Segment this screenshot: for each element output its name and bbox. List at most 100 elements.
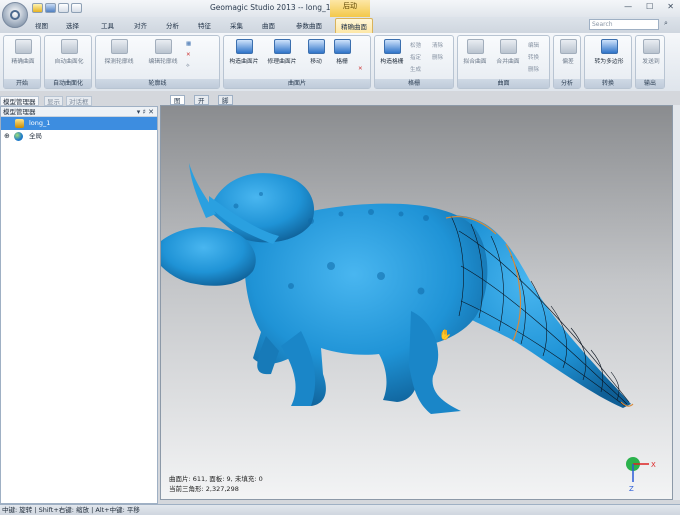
- tab-graphics[interactable]: 图形: [170, 95, 185, 115]
- send-to-button[interactable]: 发送到: [639, 39, 663, 65]
- fit-surfaces-button[interactable]: 拟合曲面: [460, 39, 490, 65]
- generate-button[interactable]: 生成: [410, 65, 421, 73]
- window-title: Geomagic Studio 2013 -- long_1.stl: [210, 3, 342, 12]
- group-label: 输出: [636, 79, 664, 88]
- group-patches: 构造曲面片 修理曲面片 移动 格栅 ✕ 曲面片: [223, 35, 371, 89]
- detect-contours-icon: [110, 39, 128, 54]
- merge-surfaces-button[interactable]: 合并曲面: [493, 39, 523, 65]
- tree-item-model[interactable]: long_1: [1, 117, 157, 130]
- group-label: 开始: [4, 79, 40, 88]
- edit-contours-icon: [154, 39, 172, 54]
- group-grid: 构造格栅 松弛 指定 生成 清除 删除 格栅: [374, 35, 454, 89]
- polygon-icon: [600, 39, 618, 54]
- clear-button[interactable]: 清除: [432, 41, 443, 49]
- auto-surface-icon: [60, 39, 78, 54]
- build-patches-button[interactable]: 构造曲面片: [226, 39, 262, 65]
- deviation-icon: [559, 39, 577, 54]
- delete-patch-icon[interactable]: ✕: [358, 66, 363, 72]
- tab-display[interactable]: 显示: [44, 96, 63, 106]
- tab-script[interactable]: 脚本: [218, 95, 233, 115]
- tree-item-global[interactable]: ⊕ 全局: [1, 130, 157, 143]
- tab-tools[interactable]: 工具: [101, 20, 114, 30]
- relax-button[interactable]: 松弛: [410, 41, 421, 49]
- tab-surface[interactable]: 曲面: [262, 20, 275, 30]
- convert-surface-button[interactable]: 转换: [528, 53, 539, 61]
- pin-icon[interactable]: ♯: [143, 108, 146, 116]
- panel-header: 模型管理器: [1, 107, 157, 117]
- minimize-button[interactable]: —: [624, 2, 632, 11]
- tree-item-label: long_1: [29, 119, 51, 127]
- merge-surfaces-icon: [499, 39, 517, 54]
- tab-dialog[interactable]: 对话框: [66, 96, 92, 106]
- save-icon[interactable]: [45, 3, 56, 13]
- edit-surface-button[interactable]: 编辑: [528, 41, 539, 49]
- contour-tool-icon[interactable]: ▦: [186, 41, 191, 47]
- build-patches-icon: [235, 39, 253, 54]
- expand-icon[interactable]: ⊕: [4, 130, 10, 143]
- tab-parametric-surface[interactable]: 参数曲面: [296, 20, 322, 30]
- ribbon-panel: 精确曲面 开始 自动曲面化 自动曲面化 探测轮廓线 编辑轮廓线 ▦ ✕ ⟡ 轮廓…: [0, 33, 680, 91]
- delete-surface-button[interactable]: 删除: [528, 65, 539, 73]
- edit-contours-label: 编辑轮廓线: [148, 59, 178, 65]
- exact-surface-button[interactable]: 精确曲面: [10, 39, 36, 65]
- build-grid-icon: [383, 39, 401, 54]
- close-button[interactable]: ✕: [667, 2, 674, 11]
- build-patches-label: 构造曲面片: [229, 59, 259, 65]
- tab-exact-surface[interactable]: 精确曲面: [335, 18, 373, 33]
- panel-close-icon[interactable]: ✕: [148, 108, 154, 116]
- group-label: 曲面: [458, 79, 549, 88]
- tab-features[interactable]: 特征: [198, 20, 211, 30]
- horn-shape: [189, 163, 216, 218]
- tab-start[interactable]: 开始: [194, 95, 209, 115]
- axis-triad-icon: X Z: [626, 457, 656, 493]
- triceratops-model[interactable]: ✋ X Z: [161, 106, 673, 500]
- tab-align[interactable]: 对齐: [134, 20, 147, 30]
- grid-icon: [333, 39, 351, 54]
- detect-contours-button[interactable]: 探测轮廓线: [98, 39, 140, 65]
- tab-model-manager[interactable]: 模型管理器: [0, 96, 39, 106]
- viewport-scrollbar[interactable]: [673, 105, 680, 500]
- undo-icon[interactable]: [58, 3, 69, 13]
- edit-contours-button[interactable]: 编辑轮廓线: [142, 39, 184, 65]
- status-bar: 中键: 旋转 | Shift+右键: 缩放 | Alt+中键: 平移: [0, 504, 680, 515]
- fit-surfaces-label: 拟合曲面: [463, 59, 487, 65]
- group-analysis: 偏差 分析: [553, 35, 581, 89]
- grid-label: 格栅: [336, 59, 348, 65]
- deviation-button[interactable]: 偏差: [558, 39, 578, 65]
- auto-surface-button[interactable]: 自动曲面化: [51, 39, 87, 65]
- tab-view[interactable]: 视图: [35, 20, 48, 30]
- panel-dropdown-icon[interactable]: ▾: [137, 108, 141, 116]
- quick-access-toolbar: [32, 3, 82, 13]
- to-polygon-label: 转为多边形: [594, 59, 624, 65]
- tree-item-label: 全局: [29, 132, 42, 140]
- search-icon[interactable]: ⌕: [664, 19, 674, 30]
- repair-patches-button[interactable]: 修理曲面片: [264, 39, 300, 65]
- axis-z-label: Z: [629, 485, 634, 493]
- group-start: 精确曲面 开始: [3, 35, 41, 89]
- model-manager-panel: 模型管理器 ▾ ♯ ✕ long_1 ⊕ 全局: [0, 106, 158, 504]
- delete-grid-button[interactable]: 删除: [432, 53, 443, 61]
- application-menu-button[interactable]: [2, 2, 28, 28]
- group-label: 分析: [554, 79, 580, 88]
- redo-icon[interactable]: [71, 3, 82, 13]
- tab-analysis[interactable]: 分析: [166, 20, 179, 30]
- application-window: Geomagic Studio 2013 -- long_1.stl 后动 — …: [0, 0, 680, 515]
- tab-select[interactable]: 选择: [66, 20, 79, 30]
- 3d-viewport[interactable]: ✋ X Z 曲面片: 611, 面板: 9, 未填充: 0 当前三角形: 2,3…: [160, 105, 673, 500]
- grid-button[interactable]: 格栅: [330, 39, 354, 65]
- to-polygon-button[interactable]: 转为多边形: [589, 39, 629, 65]
- send-to-icon: [642, 39, 660, 54]
- open-icon[interactable]: [32, 3, 43, 13]
- build-grid-button[interactable]: 构造格栅: [377, 39, 407, 65]
- contour-extra-icon[interactable]: ⟡: [186, 63, 190, 70]
- panel-controls: ▾ ♯ ✕: [137, 107, 154, 117]
- tab-capture[interactable]: 采集: [230, 20, 243, 30]
- search-input[interactable]: Search: [589, 19, 659, 30]
- build-grid-label: 构造格栅: [380, 59, 404, 65]
- axis-x-label: X: [651, 461, 656, 469]
- repair-patches-label: 修理曲面片: [267, 59, 297, 65]
- assign-button[interactable]: 指定: [410, 53, 421, 61]
- delete-contour-icon[interactable]: ✕: [186, 52, 191, 58]
- move-button[interactable]: 移动: [304, 39, 328, 65]
- maximize-button[interactable]: ☐: [646, 2, 653, 11]
